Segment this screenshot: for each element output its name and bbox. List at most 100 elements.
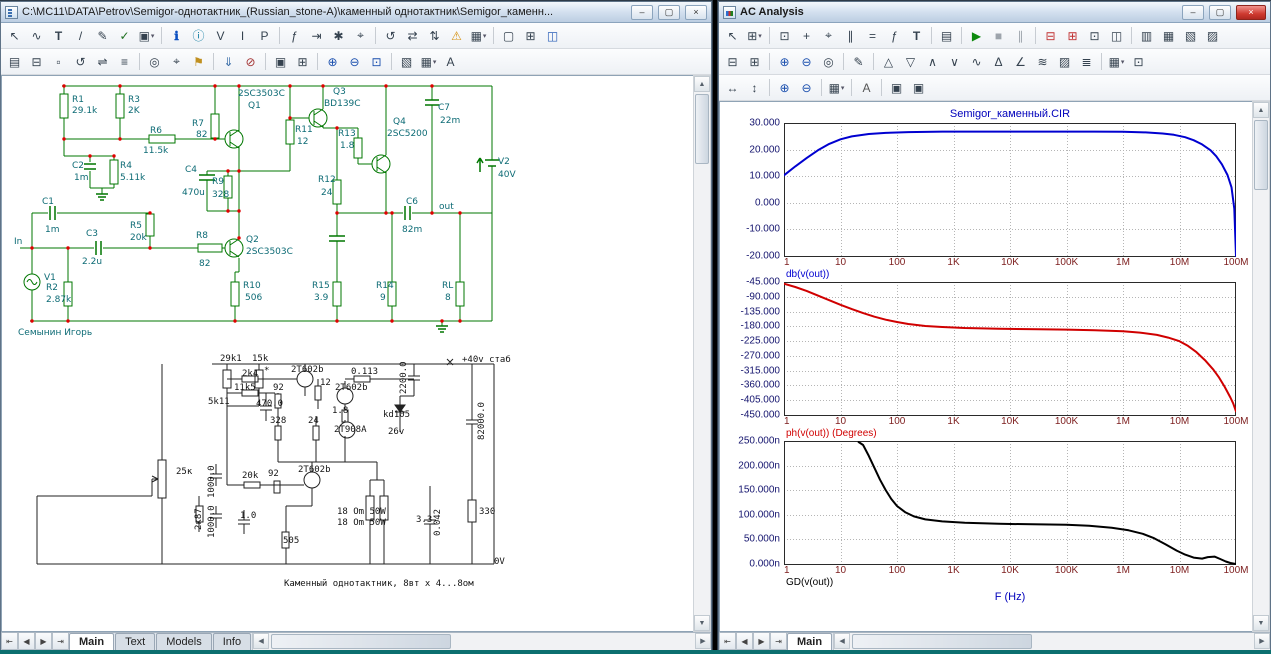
zoom-in-icon[interactable]: ⊕ xyxy=(774,51,795,72)
slope-icon[interactable]: ∠ xyxy=(1010,51,1031,72)
scroll-thumb[interactable] xyxy=(1254,120,1268,190)
schematic-canvas[interactable]: R129.1kR32KR611.5kR7822SC3503CQ1R1112Q3B… xyxy=(1,75,693,632)
pause-icon[interactable]: ∥ xyxy=(1010,25,1031,46)
restore-button[interactable]: ▢ xyxy=(1209,5,1231,20)
rotate-icon[interactable]: ↺ xyxy=(380,25,401,46)
cursor-window-icon[interactable]: ⊞ xyxy=(744,51,765,72)
point-tag-icon[interactable]: ⌖ xyxy=(818,25,839,46)
last-tab-button[interactable]: ⇥ xyxy=(770,633,787,650)
current-icon[interactable]: I xyxy=(232,25,253,46)
component-browser-icon[interactable]: ▣▾ xyxy=(136,25,157,46)
scroll-track[interactable] xyxy=(850,633,1254,650)
graph-select-icon[interactable]: ⊞▾ xyxy=(744,25,765,46)
run-icon[interactable]: ▶ xyxy=(966,25,987,46)
stretch-v-icon[interactable]: ↕ xyxy=(744,77,765,98)
tab-text[interactable]: Text xyxy=(115,633,155,650)
first-tab-button[interactable]: ⇤ xyxy=(1,633,18,650)
autoscale-icon[interactable]: ◎ xyxy=(818,51,839,72)
scroll-up-icon[interactable]: ▲ xyxy=(694,76,710,92)
last-tab-button[interactable]: ⇥ xyxy=(52,633,69,650)
text-mode-icon[interactable]: T xyxy=(906,25,927,46)
calc-icon[interactable]: ƒ xyxy=(284,25,305,46)
check-icon[interactable]: ✓ xyxy=(114,25,135,46)
notes-icon[interactable]: ⊡ xyxy=(1128,51,1149,72)
mode-select-icon[interactable]: ◫ xyxy=(542,25,563,46)
zoom-out-icon[interactable]: ⊖ xyxy=(796,51,817,72)
analysis-vertical-scrollbar[interactable]: ▲ ▼ xyxy=(1252,101,1270,632)
copy-icon[interactable]: ▣ xyxy=(270,51,291,72)
scroll-track[interactable] xyxy=(269,633,695,650)
no-connect-icon[interactable]: ⊘ xyxy=(240,51,261,72)
zoom-out-icon[interactable]: ⊖ xyxy=(344,51,365,72)
align-icon[interactable]: ≡ xyxy=(114,51,135,72)
cursor-mode-icon[interactable]: + xyxy=(796,25,817,46)
schematic-vertical-scrollbar[interactable]: ▲ ▼ xyxy=(693,75,711,632)
help-mode-icon[interactable]: ⓘ xyxy=(188,25,209,46)
tab-main[interactable]: Main xyxy=(69,633,114,650)
scroll-right-icon[interactable]: ▶ xyxy=(1254,633,1270,649)
scroll-track[interactable] xyxy=(1253,118,1269,615)
find-next-icon[interactable]: ⌖ xyxy=(166,51,187,72)
edit-icon[interactable]: ✎ xyxy=(848,51,869,72)
scroll-right-icon[interactable]: ▶ xyxy=(695,633,711,649)
panel-icon[interactable]: ⊟ xyxy=(722,51,743,72)
first-tab-button[interactable]: ⇤ xyxy=(719,633,736,650)
add-page-icon[interactable]: ⊞ xyxy=(520,25,541,46)
font-icon[interactable]: A xyxy=(440,51,461,72)
bookmark-icon[interactable]: ⚑ xyxy=(188,51,209,72)
tab-main[interactable]: Main xyxy=(787,633,832,650)
grid-icon[interactable]: ▦▾ xyxy=(1106,51,1127,72)
buffer-icon[interactable]: ▨ xyxy=(1202,25,1223,46)
high-icon[interactable]: ∧ xyxy=(922,51,943,72)
inflection-icon[interactable]: ∿ xyxy=(966,51,987,72)
page-settings-icon[interactable]: ▤ xyxy=(4,51,25,72)
zoom-in-icon[interactable]: ⊕ xyxy=(322,51,343,72)
scroll-thumb[interactable] xyxy=(852,634,1032,649)
stop-icon[interactable]: ■ xyxy=(988,25,1009,46)
next-peak-icon[interactable]: △ xyxy=(878,51,899,72)
pencil-icon[interactable]: ✎ xyxy=(92,25,113,46)
flip-x-icon[interactable]: ⇄ xyxy=(402,25,423,46)
stepping-icon[interactable]: ⇥ xyxy=(306,25,327,46)
stepping-icon[interactable]: ⊞ xyxy=(1062,25,1083,46)
next-tab-button[interactable]: ▶ xyxy=(753,633,770,650)
minimize-button[interactable]: – xyxy=(1182,5,1204,20)
wire-mode-icon[interactable]: ∿ xyxy=(26,25,47,46)
hatch-icon[interactable]: ▨ xyxy=(1054,51,1075,72)
grid-icon[interactable]: ▦▾ xyxy=(418,51,439,72)
stretch-h-icon[interactable]: ↔ xyxy=(722,77,743,98)
text-mode-icon[interactable]: T xyxy=(48,25,69,46)
scroll-up-icon[interactable]: ▲ xyxy=(1253,102,1269,118)
info-mode-icon[interactable]: ℹ xyxy=(166,25,187,46)
zoom-area-icon[interactable]: ⊡ xyxy=(366,51,387,72)
font-icon[interactable]: A xyxy=(856,77,877,98)
tab-info[interactable]: Info xyxy=(213,633,251,650)
ac-analysis-titlebar[interactable]: AC Analysis – ▢ × xyxy=(719,2,1270,23)
rotate-ccw-icon[interactable]: ↺ xyxy=(70,51,91,72)
restore-button[interactable]: ▢ xyxy=(658,5,680,20)
layout-icon[interactable]: ⊟ xyxy=(26,51,47,72)
optimize-icon[interactable]: ✱ xyxy=(328,25,349,46)
dropdown-arrow-icon[interactable]: ▾ xyxy=(841,84,845,92)
dropdown-arrow-icon[interactable]: ▾ xyxy=(758,32,762,40)
state-variables-icon[interactable]: ▦ xyxy=(1158,25,1179,46)
new-page-icon[interactable]: ▢ xyxy=(498,25,519,46)
close-button[interactable]: × xyxy=(1236,5,1266,20)
analysis-horizontal-scrollbar[interactable]: ◀ ▶ xyxy=(833,633,1270,650)
optimizer-icon[interactable]: ⊡ xyxy=(1084,25,1105,46)
paste-icon[interactable]: ⊞ xyxy=(292,51,313,72)
reduce-data-icon[interactable]: ▧ xyxy=(1180,25,1201,46)
dropdown-arrow-icon[interactable]: ▾ xyxy=(1121,58,1125,66)
dropdown-arrow-icon[interactable]: ▾ xyxy=(483,32,487,40)
next-tab-button[interactable]: ▶ xyxy=(35,633,52,650)
phase-plot[interactable] xyxy=(784,282,1236,416)
copy-graph-icon[interactable]: ▣ xyxy=(886,77,907,98)
scroll-thumb[interactable] xyxy=(271,634,451,649)
scroll-thumb[interactable] xyxy=(695,94,709,164)
grid-icon[interactable]: ▦▾ xyxy=(468,25,489,46)
probe-icon[interactable]: ⌖ xyxy=(350,25,371,46)
stack-icon[interactable]: ≣ xyxy=(1076,51,1097,72)
mirror-icon[interactable]: ⇌ xyxy=(92,51,113,72)
zoom-out-icon[interactable]: ⊖ xyxy=(796,77,817,98)
image-icon[interactable]: ▧ xyxy=(396,51,417,72)
